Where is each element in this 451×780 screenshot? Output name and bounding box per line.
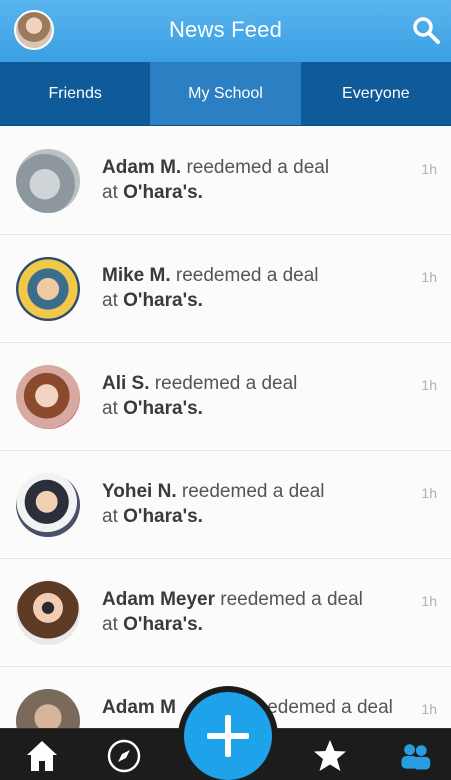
timestamp: 1h [421, 701, 437, 717]
activity-action: reedemed a deal [181, 481, 325, 502]
activity-prefix: at [102, 506, 118, 527]
place-name: O'hara's. [123, 614, 203, 635]
list-item[interactable]: Adam Meyer reedemed a deal at O'hara's. … [0, 559, 451, 667]
activity-action: reedemed a deal [220, 589, 363, 610]
feed-tabs: Friends My School Everyone [0, 62, 451, 126]
list-item[interactable]: Adam M. reedemed a deal at O'hara's. 1h [0, 127, 451, 235]
activity-action: reedemed a deal [175, 265, 319, 286]
home-icon[interactable] [24, 738, 60, 774]
add-icon [184, 692, 272, 780]
activity-text: Ali S. reedemed a deal at O'hara's. [102, 371, 412, 421]
top-bar: News Feed [0, 0, 451, 62]
tab-label: Everyone [342, 84, 410, 102]
timestamp: 1h [421, 377, 437, 393]
avatar[interactable] [16, 473, 80, 537]
user-name: Adam M. [102, 157, 182, 178]
tab-label: My School [188, 84, 263, 102]
tab-label: Friends [48, 84, 102, 102]
add-button[interactable] [178, 686, 278, 780]
friends-icon[interactable] [397, 738, 433, 774]
place-name: O'hara's. [123, 182, 203, 203]
place-name: O'hara's. [123, 398, 203, 419]
timestamp: 1h [421, 485, 437, 501]
avatar[interactable] [16, 581, 80, 645]
timestamp: 1h [421, 593, 437, 609]
list-item[interactable]: Yohei N. reedemed a deal at O'hara's. 1h [0, 451, 451, 559]
tab-everyone[interactable]: Everyone [301, 62, 451, 125]
compass-icon[interactable] [106, 738, 142, 774]
timestamp: 1h [421, 161, 437, 177]
avatar[interactable] [16, 365, 80, 429]
activity-action: edemed a deal [267, 697, 393, 718]
activity-text: Mike M. reedemed a deal at O'hara's. [102, 263, 412, 313]
activity-action: reedemed a deal [154, 373, 298, 394]
activity-text: Adam M. reedemed a deal at O'hara's. [102, 155, 412, 205]
activity-prefix: at [102, 182, 118, 203]
user-name: Adam M [102, 697, 176, 718]
timestamp: 1h [421, 269, 437, 285]
activity-prefix: at [102, 614, 118, 635]
news-feed-list: Adam M. reedemed a deal at O'hara's. 1h … [0, 127, 451, 775]
tab-my-school[interactable]: My School [150, 62, 301, 125]
activity-action: reedemed a deal [186, 157, 330, 178]
user-name: Adam Meyer [102, 589, 215, 610]
activity-prefix: at [102, 290, 118, 311]
user-name: Mike M. [102, 265, 171, 286]
page-title: News Feed [168, 17, 283, 42]
list-item[interactable]: Ali S. reedemed a deal at O'hara's. 1h [0, 343, 451, 451]
activity-prefix: at [102, 398, 118, 419]
avatar[interactable] [16, 257, 80, 321]
place-name: O'hara's. [123, 290, 203, 311]
list-item[interactable]: Mike M. reedemed a deal at O'hara's. 1h [0, 235, 451, 343]
place-name: O'hara's. [123, 506, 203, 527]
activity-text: Adam Meyer reedemed a deal at O'hara's. [102, 587, 412, 637]
avatar[interactable] [16, 149, 80, 213]
tab-friends[interactable]: Friends [0, 62, 150, 125]
user-name: Yohei N. [102, 481, 177, 502]
user-name: Ali S. [102, 373, 150, 394]
star-icon[interactable] [312, 738, 348, 774]
activity-text: Yohei N. reedemed a deal at O'hara's. [102, 479, 412, 529]
search-icon[interactable] [411, 15, 441, 45]
